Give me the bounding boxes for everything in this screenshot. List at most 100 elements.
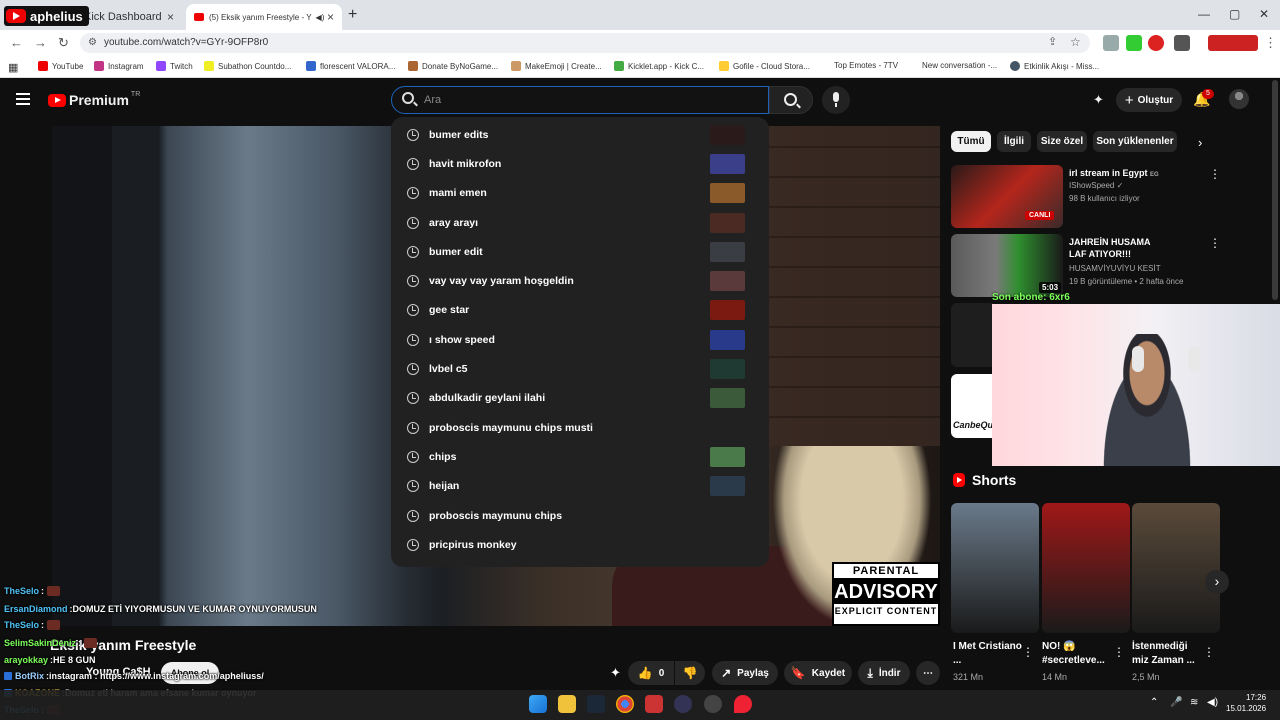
bookmark-7tv[interactable]: Top Emotes - 7TV	[834, 61, 898, 70]
search-box[interactable]	[391, 86, 769, 114]
tab-youtube-video[interactable]: (5) Eksik yanım Freestyle - Y ◀) ×	[186, 4, 342, 30]
extension-red-icon[interactable]	[1148, 35, 1164, 51]
suggestion-item[interactable]: bumer edits	[391, 120, 769, 149]
location-app-icon[interactable]	[734, 695, 752, 713]
chrome-icon[interactable]	[616, 695, 634, 713]
voice-search-button[interactable]	[822, 86, 850, 114]
tray-chevron-up-icon[interactable]: ⌃	[1150, 697, 1158, 708]
chevron-right-icon[interactable]: ›	[1198, 135, 1202, 150]
save-button[interactable]: 🔖 Kaydet	[784, 661, 852, 685]
browser-menu-icon[interactable]: ⋮	[1264, 35, 1277, 51]
profile-badge-icon[interactable]	[1208, 35, 1258, 51]
chip-recent-uploads[interactable]: Son yüklenenler	[1093, 131, 1177, 152]
extension-green-icon[interactable]	[1126, 35, 1142, 51]
recommendation-channel[interactable]: IShowSpeed ✓	[1069, 181, 1123, 190]
back-icon[interactable]: ←	[10, 35, 23, 50]
share-button[interactable]: ↗ Paylaş	[712, 661, 778, 685]
app-icon[interactable]	[704, 695, 722, 713]
volume-icon[interactable]: ◀)	[1207, 697, 1218, 708]
chip-related[interactable]: İlgili	[997, 131, 1031, 152]
cast-icon[interactable]: ✦	[610, 665, 621, 681]
more-options-icon[interactable]: ⋮	[1113, 645, 1125, 659]
download-button[interactable]: ⤓ İndir	[858, 661, 910, 685]
bookmark-valorant[interactable]: florescent VALORA...	[306, 61, 395, 71]
shorts-next-button[interactable]: ›	[1205, 570, 1229, 594]
short-title[interactable]: NO! 😱 #secretleve...	[1042, 640, 1112, 668]
url-field[interactable]: ⚙ youtube.com/watch?v=GYr-9OFP8r0	[80, 33, 1090, 53]
recommendation-channel[interactable]: HUSAMVİYUVİYU KESİT	[1069, 264, 1161, 273]
chip-all[interactable]: Tümü	[951, 131, 991, 152]
short-thumbnail[interactable]	[1042, 503, 1130, 633]
bookmark-new-conversation[interactable]: New conversation -...	[922, 61, 997, 70]
create-button[interactable]: + Oluştur	[1116, 88, 1182, 112]
audio-playing-icon[interactable]: ◀)	[316, 13, 325, 22]
bookmark-gofile[interactable]: Gofile - Cloud Stora...	[719, 61, 810, 71]
close-tab-icon[interactable]: ×	[327, 10, 334, 24]
bookmark-donate[interactable]: Donate ByNoGame...	[408, 61, 498, 71]
dislike-button[interactable]: 👎	[675, 661, 705, 685]
short-thumbnail[interactable]	[1132, 503, 1220, 633]
more-options-icon[interactable]: ⋮	[1022, 645, 1034, 659]
suggestion-item[interactable]: gee star	[391, 296, 769, 325]
site-info-icon[interactable]: ⚙	[88, 33, 97, 53]
bookmark-youtube[interactable]: YouTube	[38, 61, 83, 71]
short-title[interactable]: İstenmediği miz Zaman ...	[1132, 640, 1202, 668]
suggestion-item[interactable]: aray arayı	[391, 208, 769, 237]
suggestion-item[interactable]: havit mikrofon	[391, 149, 769, 178]
chip-for-you[interactable]: Size özel	[1037, 131, 1087, 152]
like-button[interactable]: 👍 0	[628, 661, 674, 685]
short-thumbnail[interactable]	[951, 503, 1039, 633]
youtube-premium-logo[interactable]: Premium TR	[48, 91, 140, 108]
clock-time: 17:26	[1246, 693, 1267, 702]
bookmark-subathon[interactable]: Subathon Countdo...	[204, 61, 291, 71]
more-options-icon[interactable]: ⋮	[1209, 167, 1221, 181]
microphone-tray-icon[interactable]: 🎤	[1170, 697, 1182, 708]
suggestion-item[interactable]: abdulkadir geylani ilahi	[391, 384, 769, 413]
suggestion-item[interactable]: proboscis maymunu chips	[391, 501, 769, 530]
extensions-puzzle-icon[interactable]	[1174, 35, 1190, 51]
more-actions-button[interactable]: ⋯	[916, 661, 940, 685]
search-button[interactable]	[769, 86, 813, 114]
suggestion-item[interactable]: chips	[391, 442, 769, 471]
search-input[interactable]	[424, 91, 744, 109]
start-button-icon[interactable]	[529, 695, 547, 713]
maximize-button[interactable]: ▢	[1229, 7, 1240, 21]
file-explorer-icon[interactable]	[558, 695, 576, 713]
suggestion-item[interactable]: proboscis maymunu chips musti	[391, 413, 769, 442]
close-window-button[interactable]: ✕	[1259, 7, 1269, 21]
bookmark-etkinlik[interactable]: Etkinlik Akışı - Miss...	[1010, 61, 1099, 71]
bookmark-instagram[interactable]: Instagram	[94, 61, 144, 71]
bookmark-star-icon[interactable]: ☆	[1070, 35, 1081, 49]
taskbar-clock[interactable]: 17:26 15.01.2026	[1226, 692, 1266, 714]
suggestion-item[interactable]: lvbel c5	[391, 354, 769, 383]
forward-icon[interactable]: →	[34, 35, 47, 50]
more-options-icon[interactable]: ⋮	[1209, 236, 1221, 250]
wifi-icon[interactable]: ≋	[1190, 697, 1198, 708]
install-app-icon[interactable]: ⇪	[1048, 35, 1057, 48]
suggestion-item[interactable]: mami emen	[391, 179, 769, 208]
suggestion-item[interactable]: bumer edit	[391, 237, 769, 266]
recommendation-thumbnail-partial[interactable]	[951, 303, 993, 367]
suggestion-item[interactable]: heijan	[391, 472, 769, 501]
avatar[interactable]	[1229, 89, 1249, 109]
suggestion-item[interactable]: ı show speed	[391, 325, 769, 354]
bookmark-twitch[interactable]: Twitch	[156, 61, 193, 71]
minimize-button[interactable]: —	[1198, 7, 1210, 21]
bookmark-makeemoji[interactable]: MakeEmoji | Create...	[511, 61, 602, 71]
reload-icon[interactable]: ↻	[58, 35, 69, 51]
page-scrollbar[interactable]	[1272, 80, 1278, 300]
steam-icon[interactable]	[587, 695, 605, 713]
cast-icon[interactable]: ✦	[1093, 92, 1104, 108]
hamburger-menu-icon[interactable]	[16, 93, 30, 105]
short-title[interactable]: I Met Cristiano ...	[953, 640, 1023, 668]
extension-shield-icon[interactable]	[1103, 35, 1119, 51]
apps-grid-icon[interactable]: ▦	[8, 61, 18, 74]
new-tab-button[interactable]: +	[348, 6, 357, 24]
suggestion-item[interactable]: pricpirus monkey	[391, 530, 769, 559]
more-options-icon[interactable]: ⋮	[1203, 645, 1215, 659]
obs-icon[interactable]	[674, 695, 692, 713]
close-tab-icon[interactable]: ×	[167, 10, 174, 24]
voicemeeter-icon[interactable]	[645, 695, 663, 713]
suggestion-item[interactable]: vay vay vay yaram hoşgeldin	[391, 266, 769, 295]
bookmark-kicklet[interactable]: Kicklet.app - Kick C...	[614, 61, 704, 71]
